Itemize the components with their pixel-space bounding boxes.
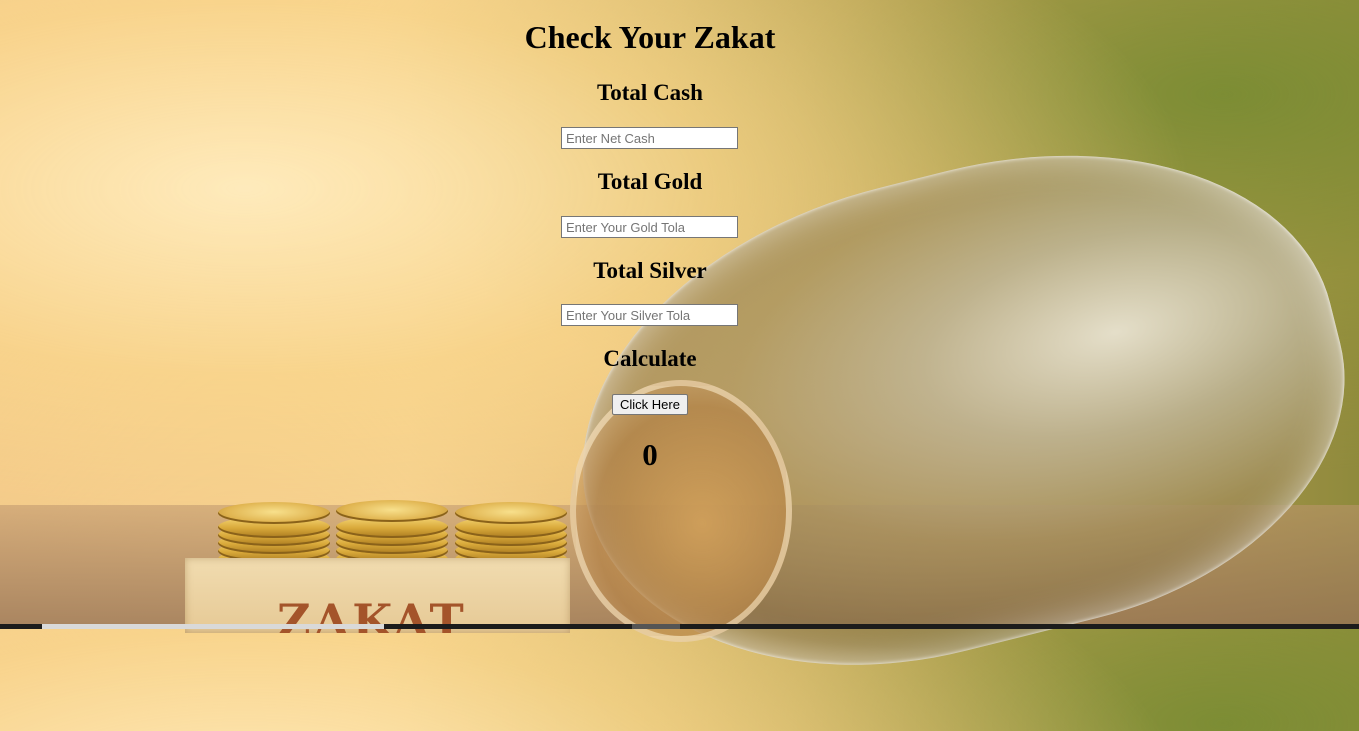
gold-tola-input[interactable] — [561, 216, 738, 238]
bottom-scrollbar[interactable] — [0, 624, 1359, 629]
total-gold-label: Total Gold — [597, 169, 703, 194]
calculate-button[interactable]: Click Here — [612, 394, 688, 415]
total-cash-label: Total Cash — [597, 80, 703, 105]
total-silver-label: Total Silver — [593, 258, 707, 283]
scrollbar-segment — [632, 624, 680, 629]
background-jar-mouth — [570, 380, 792, 642]
zakat-wooden-block: ZAKAT — [185, 558, 570, 633]
net-cash-input[interactable] — [561, 127, 738, 149]
silver-tola-input[interactable] — [561, 304, 738, 326]
zakat-result: 0 — [642, 437, 658, 472]
page-title: Check Your Zakat — [524, 19, 776, 55]
calculate-label: Calculate — [603, 346, 697, 371]
scrollbar-thumb[interactable] — [42, 624, 384, 629]
